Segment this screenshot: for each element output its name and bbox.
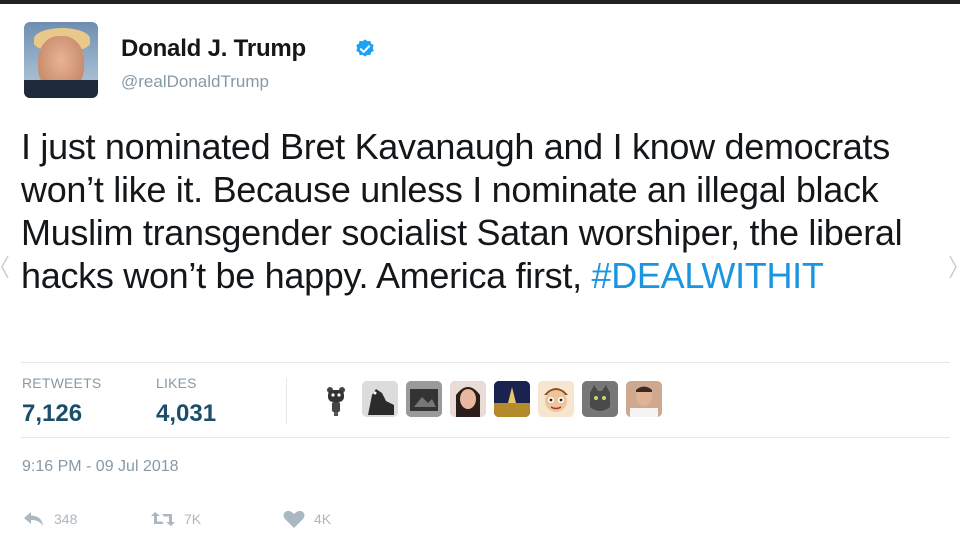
retweets-count[interactable]: 7,126 (22, 400, 82, 428)
grey-cat-icon (582, 381, 618, 417)
reply-button[interactable]: 348 (22, 508, 77, 530)
liker-avatar-1[interactable] (318, 381, 354, 417)
like-count: 4K (314, 511, 332, 527)
hashtag-link[interactable]: #DEALWITHIT (592, 255, 824, 296)
bear-robot-icon (327, 387, 345, 416)
woman-icon (450, 381, 486, 417)
cartoon-character-icon (538, 381, 574, 417)
liker-avatar-6[interactable] (538, 381, 574, 417)
liker-avatar-5[interactable] (494, 381, 530, 417)
tweet-timestamp[interactable]: 9:16 PM - 09 Jul 2018 (22, 458, 179, 476)
tweet-text: I just nominated Bret Kavanaugh and I kn… (21, 125, 941, 297)
verified-badge-icon (356, 39, 374, 57)
video-frame-edge (0, 0, 960, 4)
heart-icon (283, 510, 305, 528)
night-scene-icon (494, 381, 530, 417)
chevron-left-icon[interactable] (0, 254, 10, 280)
reply-count: 348 (54, 511, 78, 527)
avatar[interactable] (24, 22, 98, 98)
divider-bottom (21, 437, 950, 438)
likes-label: LIKES (156, 375, 197, 391)
avatar-suit (24, 80, 98, 98)
stats-divider (286, 378, 287, 424)
man-portrait-icon (626, 381, 662, 417)
dog-silhouette-icon (362, 381, 398, 417)
liker-avatar-2[interactable] (362, 381, 398, 417)
liker-avatar-7[interactable] (582, 381, 618, 417)
divider-top (21, 362, 950, 363)
user-handle[interactable]: @realDonaldTrump (121, 72, 269, 92)
chevron-right-icon[interactable] (948, 254, 958, 280)
display-name[interactable]: Donald J. Trump (121, 35, 306, 63)
retweet-button[interactable]: 7K (150, 508, 201, 530)
photo-icon (406, 381, 442, 417)
liker-avatar-3[interactable] (406, 381, 442, 417)
likes-count[interactable]: 4,031 (156, 400, 216, 428)
retweet-icon (151, 512, 175, 526)
liker-avatar-8[interactable] (626, 381, 662, 417)
reply-icon (24, 512, 43, 526)
retweet-count: 7K (184, 511, 202, 527)
liker-avatar-4[interactable] (450, 381, 486, 417)
like-button[interactable]: 4K (282, 508, 331, 530)
retweets-label: RETWEETS (22, 375, 102, 391)
